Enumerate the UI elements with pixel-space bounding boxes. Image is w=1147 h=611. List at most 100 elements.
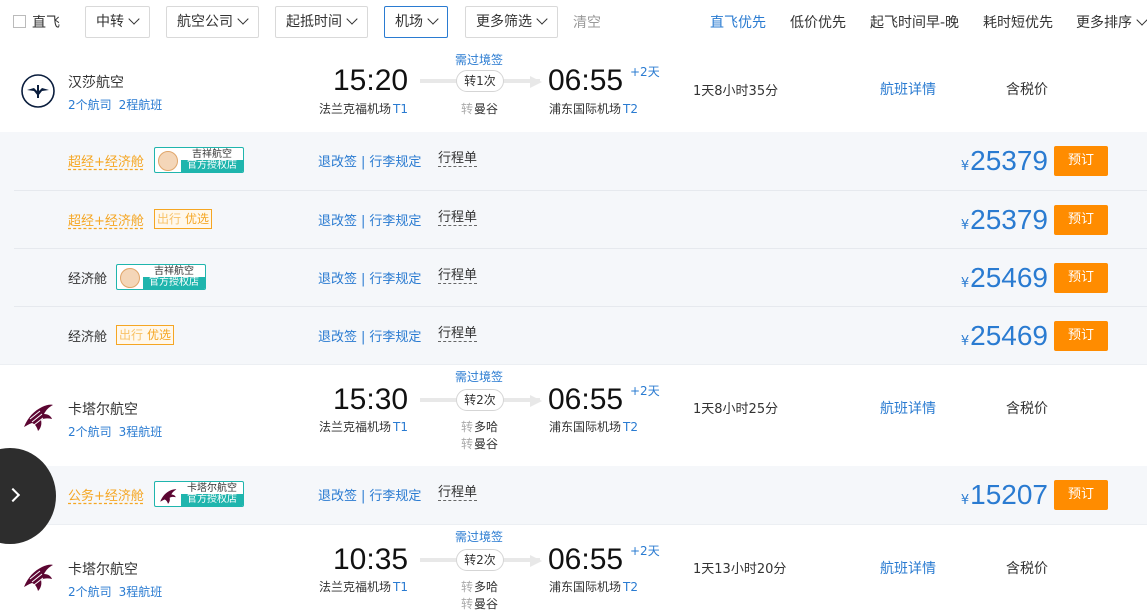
official-store-badge: 吉祥航空 官方授权店: [116, 264, 206, 290]
change-refund-link[interactable]: 退改签: [318, 214, 357, 229]
baggage-rules-link[interactable]: 行李规定: [369, 330, 421, 345]
qatar-airways-logo-icon: [24, 404, 53, 431]
departure-time: 10:35: [333, 543, 409, 576]
chevron-down-icon: [1136, 14, 1147, 26]
fare-panel-left-gutter: [0, 132, 14, 364]
via-city: 转多哈: [461, 420, 499, 434]
cabin-class[interactable]: 经济舱: [68, 268, 107, 287]
change-refund-link[interactable]: 退改签: [318, 155, 357, 170]
fare-row[interactable]: 经济舱 出行 优选 退改签 | 行李规定 行程单 ¥25469 预订: [14, 306, 1147, 364]
book-button[interactable]: 预订: [1054, 205, 1108, 235]
filter-more-button[interactable]: 更多筛选: [465, 6, 558, 38]
flight-details-link[interactable]: 航班详情: [880, 398, 936, 418]
juneyao-seal-icon: [120, 268, 140, 288]
flight-duration: 1天8小时35分: [693, 84, 779, 99]
chevron-down-icon: [427, 13, 439, 25]
sort-shortest-duration[interactable]: 耗时短优先: [983, 12, 1053, 32]
tax-inclusive-note: 含税价: [1006, 401, 1048, 417]
filter-time-button[interactable]: 起抵时间: [275, 6, 368, 38]
flight-row[interactable]: 卡塔尔航空 2个航司 3程航班 10:35 法兰克福机场 T1 需过境签 转2次 转…: [0, 525, 1147, 611]
juneyao-seal-icon: [158, 151, 178, 171]
clear-filters-link[interactable]: 清空: [573, 12, 601, 32]
departure-airport: 法兰克福机场 T1: [319, 102, 408, 116]
direct-only-checkbox[interactable]: [13, 15, 26, 28]
sort-lowest-price[interactable]: 低价优先: [790, 12, 846, 32]
day-offset: +2天: [630, 384, 660, 398]
change-refund-link[interactable]: 退改签: [318, 272, 357, 287]
airline-name: 卡塔尔航空: [68, 402, 138, 418]
ctrip-preferred-badge: 出行 优选: [154, 209, 213, 229]
qatar-airways-logo-icon: [160, 489, 177, 504]
day-offset: +2天: [630, 65, 660, 79]
flight-details-link[interactable]: 航班详情: [880, 79, 936, 99]
sort-more[interactable]: 更多排序: [1076, 12, 1147, 32]
day-offset: +2天: [630, 544, 660, 558]
flight-row[interactable]: 卡塔尔航空 2个航司 3程航班 15:30 法兰克福机场 T1 需过境签 转2次 转…: [0, 365, 1147, 465]
arrival-time: 06:55: [548, 543, 624, 576]
stops-pill[interactable]: 转2次: [456, 549, 504, 571]
carriers-link[interactable]: 2个航司: [68, 98, 112, 112]
itinerary-link[interactable]: 行程单: [438, 210, 478, 226]
departure-time: 15:20: [333, 64, 409, 97]
arrival-airport: 浦东国际机场 T2: [549, 102, 638, 116]
cabin-class[interactable]: 经济舱: [68, 326, 107, 345]
book-button[interactable]: 预订: [1054, 321, 1108, 351]
arrival-airport: 浦东国际机场 T2: [549, 580, 638, 594]
flight-details-link[interactable]: 航班详情: [880, 558, 936, 578]
legs-link[interactable]: 2程航班: [119, 98, 163, 112]
arrival-time: 06:55: [548, 383, 624, 416]
baggage-rules-link[interactable]: 行李规定: [369, 272, 421, 287]
baggage-rules-link[interactable]: 行李规定: [369, 489, 421, 504]
legs-link[interactable]: 3程航班: [119, 425, 163, 439]
flight-row[interactable]: 汉莎航空 2个航司 2程航班 15:20 法兰克福机场 T1 需过境签 转1次 转曼…: [0, 44, 1147, 132]
itinerary-link[interactable]: 行程单: [438, 268, 478, 284]
fare-row[interactable]: 超经+经济舱 出行 优选 退改签 | 行李规定 行程单 ¥25379 预订: [14, 190, 1147, 248]
fare-row[interactable]: 公务+经济舱 卡塔尔航空 官方授权店 退改签 | 行李规定 行程单 ¥15207 预…: [14, 466, 1147, 524]
chevron-down-icon: [536, 13, 548, 25]
official-store-badge: 卡塔尔航空 官方授权店: [154, 481, 244, 507]
itinerary-link[interactable]: 行程单: [438, 485, 478, 501]
qatar-airways-logo-icon: [24, 564, 53, 591]
carriers-link[interactable]: 2个航司: [68, 425, 112, 439]
departure-airport: 法兰克福机场 T1: [319, 580, 408, 594]
cabin-class[interactable]: 超经+经济舱: [68, 151, 144, 170]
transit-visa-tag[interactable]: 需过境签: [455, 528, 503, 545]
chevron-right-icon: [5, 487, 21, 503]
filter-transfer-button[interactable]: 中转: [85, 6, 150, 38]
airline-name: 卡塔尔航空: [68, 562, 138, 578]
route-arrow-icon: [530, 395, 542, 407]
fare-price: ¥25379: [960, 145, 1048, 176]
change-refund-link[interactable]: 退改签: [318, 330, 357, 345]
via-city: 转多哈: [461, 580, 499, 594]
baggage-rules-link[interactable]: 行李规定: [369, 214, 421, 229]
itinerary-link[interactable]: 行程单: [438, 326, 478, 342]
arrival-time: 06:55: [548, 64, 624, 97]
via-city: 转曼谷: [461, 597, 499, 611]
cabin-class[interactable]: 超经+经济舱: [68, 210, 144, 229]
sort-departure-time[interactable]: 起飞时间早-晚: [870, 12, 959, 32]
fare-row[interactable]: 超经+经济舱 吉祥航空 官方授权店 退改签 | 行李规定 行程单 ¥25379 预订: [14, 132, 1147, 190]
transit-visa-tag[interactable]: 需过境签: [455, 368, 503, 385]
sort-direct-first[interactable]: 直飞优先: [710, 12, 766, 32]
transit-visa-tag[interactable]: 需过境签: [455, 51, 503, 68]
book-button[interactable]: 预订: [1054, 480, 1108, 510]
fare-price: ¥15207: [960, 479, 1048, 510]
legs-link[interactable]: 3程航班: [119, 585, 163, 599]
book-button[interactable]: 预订: [1054, 146, 1108, 176]
filter-airline-button[interactable]: 航空公司: [166, 6, 259, 38]
change-refund-link[interactable]: 退改签: [318, 489, 357, 504]
chevron-down-icon: [128, 13, 140, 25]
stops-pill[interactable]: 转2次: [456, 389, 504, 411]
flight-duration: 1天8小时25分: [693, 402, 779, 417]
tax-inclusive-note: 含税价: [1006, 561, 1048, 577]
via-city: 转曼谷: [461, 102, 499, 116]
carriers-link[interactable]: 2个航司: [68, 585, 112, 599]
fare-row[interactable]: 经济舱 吉祥航空 官方授权店 退改签 | 行李规定 行程单 ¥25469 预订: [14, 248, 1147, 306]
baggage-rules-link[interactable]: 行李规定: [369, 155, 421, 170]
stops-pill[interactable]: 转1次: [456, 70, 504, 92]
itinerary-link[interactable]: 行程单: [438, 151, 478, 167]
filter-airport-button[interactable]: 机场: [384, 6, 448, 38]
direct-only-label[interactable]: 直飞: [32, 12, 60, 32]
book-button[interactable]: 预订: [1054, 263, 1108, 293]
cabin-class[interactable]: 公务+经济舱: [68, 485, 144, 504]
